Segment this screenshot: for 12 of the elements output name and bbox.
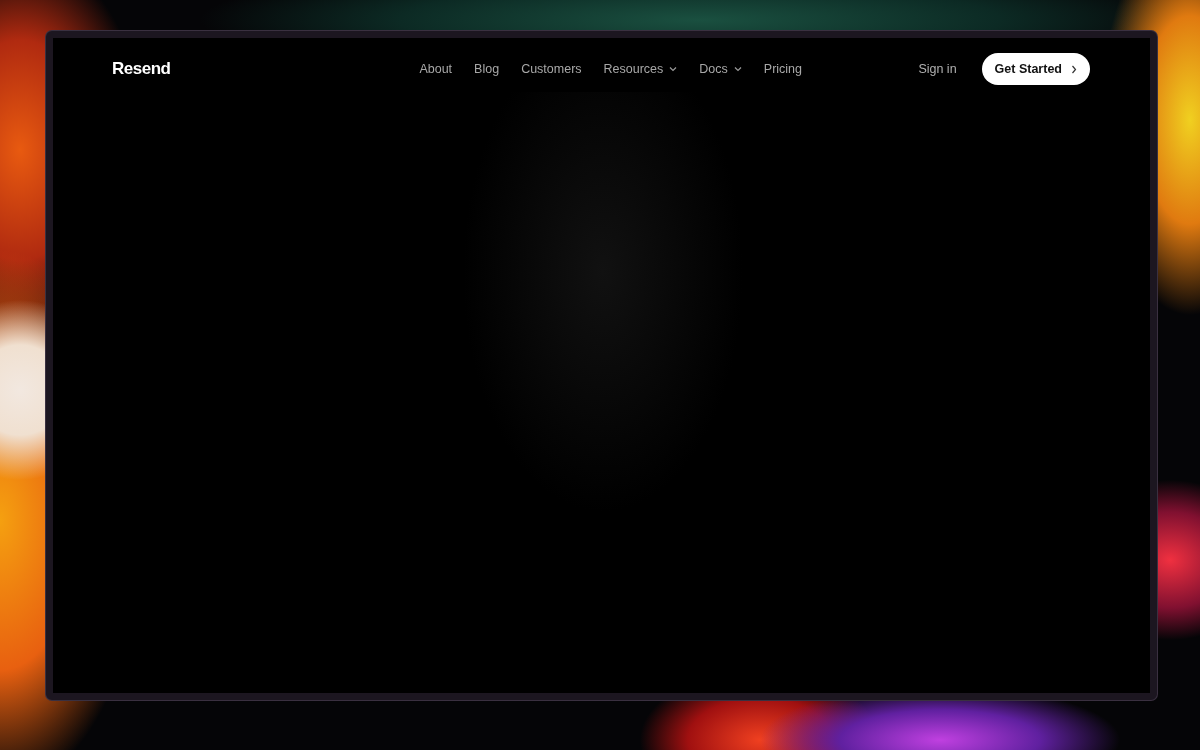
chevron-down-icon [669,66,678,72]
nav-link[interactable]: About [419,62,453,76]
nav-link[interactable]: Blog [474,62,500,76]
chevron-right-icon [1071,64,1077,74]
chevron-down-icon [733,66,742,72]
sign-in-link[interactable]: Sign in [918,62,957,76]
nav-dropdown[interactable]: Resources [603,62,678,76]
get-started-button[interactable]: Get Started [981,53,1090,85]
logo-wordmark[interactable]: Resend [112,59,171,79]
nav-link[interactable]: Pricing [763,62,802,76]
nav-dropdown[interactable]: Docs [699,62,742,76]
nav-link[interactable]: Customers [521,62,582,76]
